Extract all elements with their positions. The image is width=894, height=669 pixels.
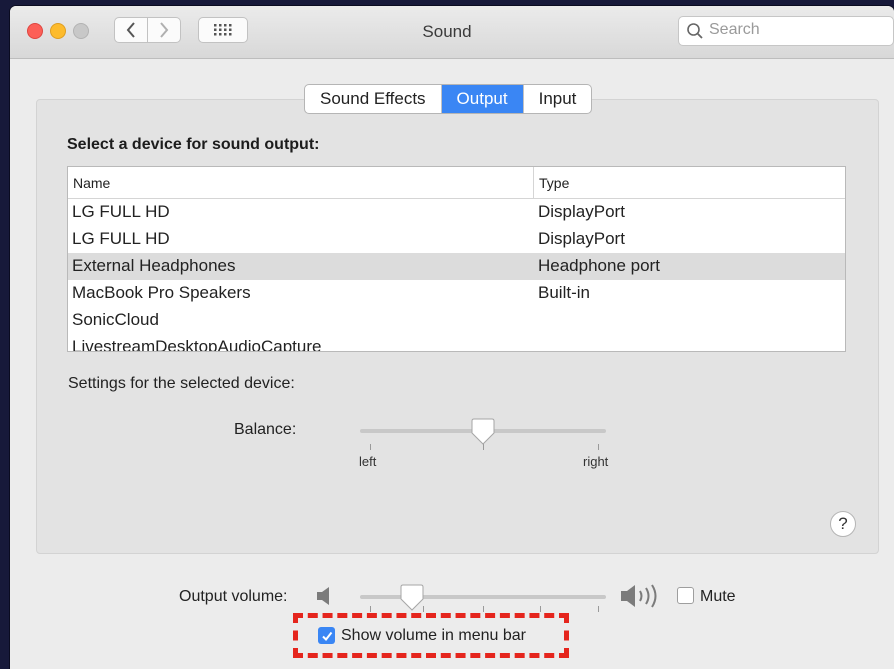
device-table[interactable]: Name Type LG FULL HD DisplayPort LG FULL…: [67, 166, 846, 352]
window-title: Sound: [422, 22, 472, 41]
device-type: Built-in: [538, 283, 590, 302]
balance-label: Balance:: [234, 421, 297, 438]
mute-checkbox[interactable]: [677, 587, 694, 604]
device-name: LG FULL HD: [72, 229, 170, 248]
volume-tick: [540, 606, 541, 612]
device-type: DisplayPort: [538, 202, 625, 221]
device-name: External Headphones: [72, 256, 236, 275]
device-type: Headphone port: [538, 256, 660, 275]
tab-output[interactable]: Output: [441, 85, 524, 113]
balance-right-label: right: [583, 454, 609, 469]
balance-slider-knob[interactable]: [471, 418, 495, 446]
mute-label[interactable]: Mute: [700, 588, 736, 606]
tab-bar: Sound Effects Output Input: [304, 84, 593, 114]
device-name: SonicCloud: [72, 310, 159, 329]
balance-left-label: left: [359, 454, 377, 469]
column-header-name[interactable]: Name: [73, 175, 110, 191]
speaker-low-icon: [317, 587, 329, 605]
balance-tick-right: [598, 444, 599, 450]
table-row[interactable]: SonicCloud: [68, 307, 845, 334]
settings-label: Settings for the selected device:: [68, 375, 295, 392]
device-name: LG FULL HD: [72, 202, 170, 221]
tab-input[interactable]: Input: [524, 85, 592, 113]
device-type: DisplayPort: [538, 229, 625, 248]
annotation-highlight: [293, 613, 569, 658]
table-header: Name Type: [68, 167, 845, 199]
device-name: MacBook Pro Speakers: [72, 283, 251, 302]
table-row[interactable]: MacBook Pro Speakers Built-in: [68, 280, 845, 307]
column-divider: [533, 167, 534, 198]
tab-sound-effects[interactable]: Sound Effects: [305, 85, 442, 113]
device-name: LivestreamDesktopAudioCapture: [72, 337, 322, 352]
help-button[interactable]: ?: [830, 511, 856, 537]
volume-slider-track[interactable]: [360, 595, 606, 599]
table-row[interactable]: LG FULL HD DisplayPort: [68, 226, 845, 253]
table-row[interactable]: LivestreamDesktopAudioCapture: [68, 334, 845, 352]
sound-preferences-window: Search Sound Sound Effects Output Input …: [10, 6, 894, 669]
volume-tick: [370, 606, 371, 612]
volume-tick: [598, 606, 599, 612]
section-title: Select a device for sound output:: [67, 136, 320, 153]
output-volume-label: Output volume:: [179, 588, 288, 605]
column-header-type[interactable]: Type: [539, 175, 569, 191]
speaker-high-icon: [621, 584, 657, 608]
table-row[interactable]: LG FULL HD DisplayPort: [68, 199, 845, 226]
balance-tick-left: [370, 444, 371, 450]
table-row-selected[interactable]: External Headphones Headphone port: [68, 253, 845, 280]
volume-slider-knob[interactable]: [400, 584, 424, 612]
volume-tick: [483, 606, 484, 612]
